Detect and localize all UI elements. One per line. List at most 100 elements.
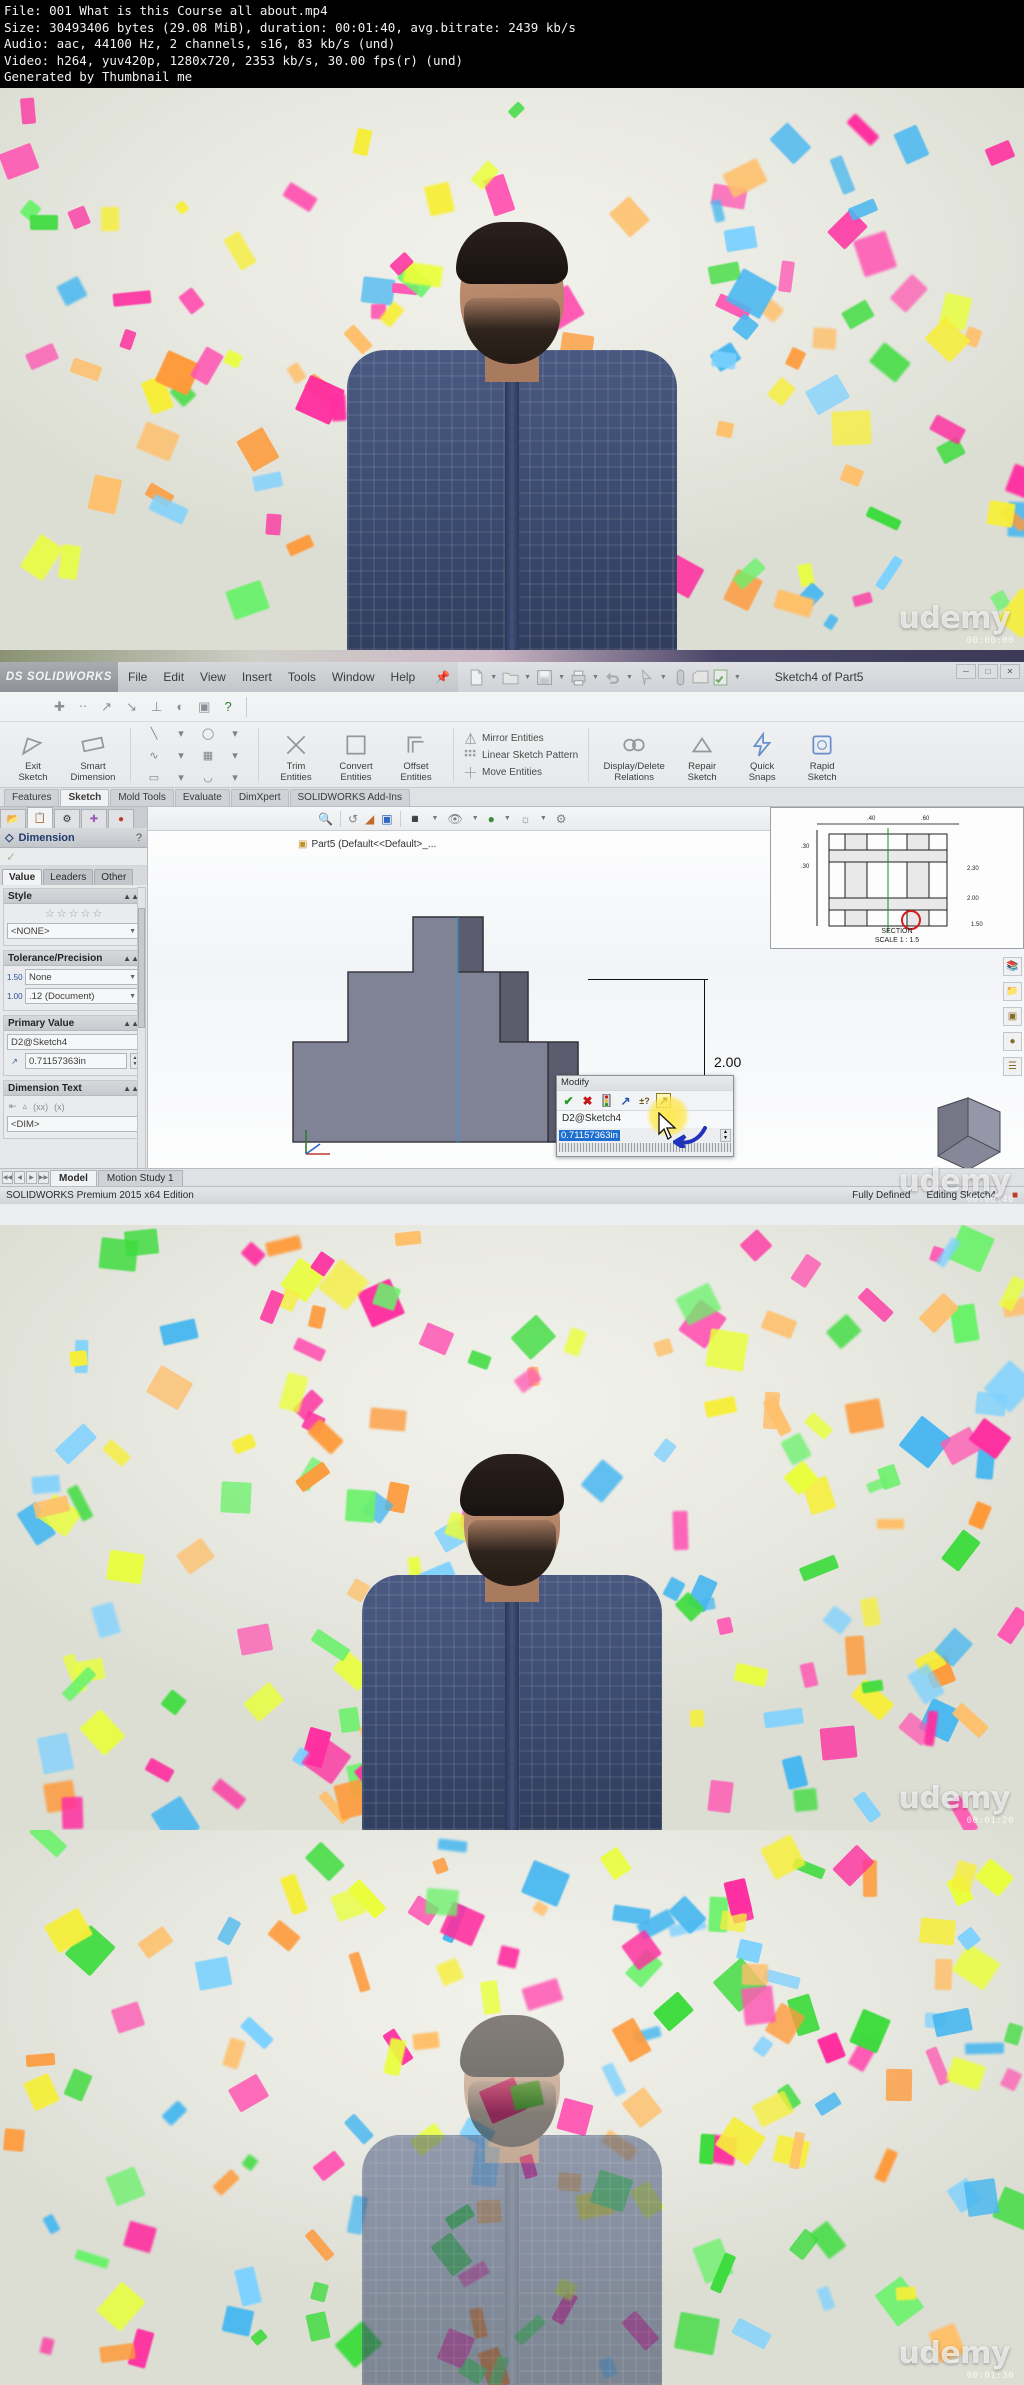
menu-item-tools[interactable]: Tools: [288, 670, 316, 684]
tab-mold-tools[interactable]: Mold Tools: [110, 789, 174, 806]
pm-tab-dimxpert-manager[interactable]: ✚: [81, 809, 107, 828]
tangent-relation-icon[interactable]: ⋅⋅: [79, 699, 87, 715]
view-palette-icon[interactable]: ▣: [1003, 1007, 1022, 1026]
chevron-down-icon[interactable]: ▼: [504, 815, 511, 822]
spline-icon[interactable]: ∿: [141, 745, 167, 766]
custom-properties-icon[interactable]: ☰: [1003, 1057, 1022, 1076]
check-icon[interactable]: ✓: [6, 850, 16, 864]
menu-item-file[interactable]: File: [128, 670, 147, 684]
pm-section-header[interactable]: Dimension Text ▲▲: [4, 1081, 143, 1096]
chevron-down-icon[interactable]: ▾: [222, 745, 248, 766]
command-exit-sketch[interactable]: Exit Sketch: [6, 727, 60, 783]
delete-style-icon[interactable]: ☆: [69, 907, 79, 920]
minimize-button[interactable]: ─: [956, 664, 976, 679]
apply-style-icon[interactable]: ☆: [45, 907, 55, 920]
dimension-text-field[interactable]: <DIM>: [7, 1116, 140, 1132]
close-button[interactable]: ✕: [1000, 664, 1020, 679]
chevron-down-icon[interactable]: ▾: [168, 767, 194, 788]
save-style-icon[interactable]: ☆: [80, 907, 90, 920]
chevron-down-icon[interactable]: ▾: [222, 767, 248, 788]
rebuild-icon[interactable]: ↗: [618, 1093, 633, 1108]
tab-features[interactable]: Features: [4, 789, 60, 806]
open-icon[interactable]: [502, 669, 519, 686]
pm-tab-configuration-manager[interactable]: ⚙: [54, 809, 80, 828]
section-view-inset[interactable]: .40 .60 .30 .30 2.30 2.00 1.50 SECTION S…: [770, 807, 1024, 949]
pm-subtab-leaders[interactable]: Leaders: [43, 869, 94, 885]
chevron-down-icon[interactable]: ▼: [129, 928, 136, 935]
dimension-value-field[interactable]: 0.71157363in: [25, 1053, 127, 1069]
align-center-icon[interactable]: ▵: [23, 1101, 28, 1112]
tab-evaluate[interactable]: Evaluate: [174, 789, 230, 806]
fix-relation-icon[interactable]: ⊥: [151, 699, 162, 715]
sketch-picture-icon[interactable]: ▣: [198, 699, 210, 715]
pm-subtab-other[interactable]: Other: [94, 869, 134, 885]
point-icon[interactable]: ✚: [54, 699, 65, 715]
align-left-icon[interactable]: ⇤: [9, 1101, 17, 1112]
coincident-icon[interactable]: ↘: [126, 699, 137, 715]
chevron-down-icon[interactable]: ▼: [432, 815, 439, 822]
rebuild-icon[interactable]: [672, 669, 689, 686]
view-settings-icon[interactable]: ⚙: [556, 812, 567, 826]
pm-section-header[interactable]: Tolerance/Precision ▲▲: [4, 951, 143, 966]
pm-section-header[interactable]: Style ▲▲: [4, 889, 143, 904]
command-repair-sketch[interactable]: Repair Sketch: [675, 727, 729, 783]
property-manager-scrollbar[interactable]: [137, 887, 146, 1202]
restore-button[interactable]: □: [978, 664, 998, 679]
chevron-down-icon[interactable]: ▾: [168, 723, 194, 744]
chevron-down-icon[interactable]: ▾: [222, 723, 248, 744]
hide-show-items-icon[interactable]: 👁: [447, 812, 462, 826]
text-above-icon[interactable]: (xx): [33, 1102, 48, 1112]
pm-tab-property-manager[interactable]: 📋: [27, 807, 53, 828]
last-tab-button[interactable]: ▶▶: [38, 1171, 49, 1184]
zoom-to-fit-icon[interactable]: 🔍: [318, 812, 333, 826]
chevron-down-icon[interactable]: ▼: [524, 674, 531, 681]
add-relation-icon[interactable]: ↗: [101, 699, 112, 715]
command-mirror-entities[interactable]: Mirror Entities: [464, 732, 578, 745]
view-orientation-icon[interactable]: ▣: [381, 812, 392, 826]
chevron-down-icon[interactable]: ▼: [660, 674, 667, 681]
tolerance-type-select[interactable]: None ▼: [25, 969, 140, 985]
print-icon[interactable]: [570, 669, 587, 686]
display-style-icon[interactable]: ◾: [408, 812, 423, 826]
command-linear-sketch-pattern[interactable]: Linear Sketch Pattern: [464, 749, 578, 762]
command-convert-entities[interactable]: Convert Entities: [329, 727, 383, 783]
save-and-exit-icon[interactable]: [599, 1093, 614, 1108]
menu-item-insert[interactable]: Insert: [242, 670, 272, 684]
section-view-icon[interactable]: ◢: [365, 812, 374, 826]
tab-model[interactable]: Model: [50, 1169, 97, 1186]
file-properties-icon[interactable]: [692, 669, 709, 686]
tab-solidworks-add-ins[interactable]: SOLIDWORKS Add-Ins: [289, 789, 410, 806]
command-display-delete-relations[interactable]: Display/Delete Relations: [599, 727, 669, 783]
pm-section-header[interactable]: Primary Value ▲▲: [4, 1016, 143, 1031]
command-offset-entities[interactable]: Offset Entities: [389, 727, 443, 783]
modify-value-stepper[interactable]: ▲ ▼: [720, 1128, 731, 1142]
scrollbar-thumb[interactable]: [138, 908, 145, 1028]
arc-icon[interactable]: ◡: [195, 767, 221, 788]
prev-tab-button[interactable]: ◀: [14, 1171, 25, 1184]
part-3d-view[interactable]: [258, 867, 818, 1197]
command-trim-entities[interactable]: Trim Entities: [269, 727, 323, 783]
chevron-down-icon[interactable]: ▼: [129, 974, 136, 981]
menu-item-edit[interactable]: Edit: [163, 670, 184, 684]
file-explorer-icon[interactable]: 📁: [1003, 982, 1022, 1001]
chevron-down-icon[interactable]: ▼: [490, 674, 497, 681]
design-library-icon[interactable]: 📚: [1003, 957, 1022, 976]
tab-dimxpert[interactable]: DimXpert: [230, 789, 289, 806]
load-style-icon[interactable]: ☆: [92, 907, 102, 920]
cancel-x-icon[interactable]: ✖: [580, 1093, 595, 1108]
accept-check-icon[interactable]: ✔: [561, 1093, 576, 1108]
new-document-icon[interactable]: [468, 669, 485, 686]
menu-item-help[interactable]: Help: [391, 670, 416, 684]
pm-subtab-value[interactable]: Value: [2, 869, 43, 885]
fully-define-sketch-icon[interactable]: ◐: [176, 699, 184, 714]
next-tab-button[interactable]: ▶: [26, 1171, 37, 1184]
line-icon[interactable]: ╲: [141, 723, 167, 744]
options-icon[interactable]: [712, 669, 729, 686]
appearances-icon[interactable]: ●: [1003, 1032, 1022, 1051]
drawing-dimension-value[interactable]: 2.00: [714, 1054, 741, 1070]
modify-dimension-dialog[interactable]: Modify ✔ ✖ ↗ ±? ↗ D2@Sketch4 0.71157363i…: [556, 1075, 734, 1157]
command-quick-snaps[interactable]: Quick Snaps: [735, 727, 789, 783]
text-below-icon[interactable]: (x): [54, 1102, 65, 1112]
previous-view-icon[interactable]: ↺: [348, 812, 358, 826]
pm-tab-feature-manager[interactable]: 📂: [0, 809, 26, 828]
